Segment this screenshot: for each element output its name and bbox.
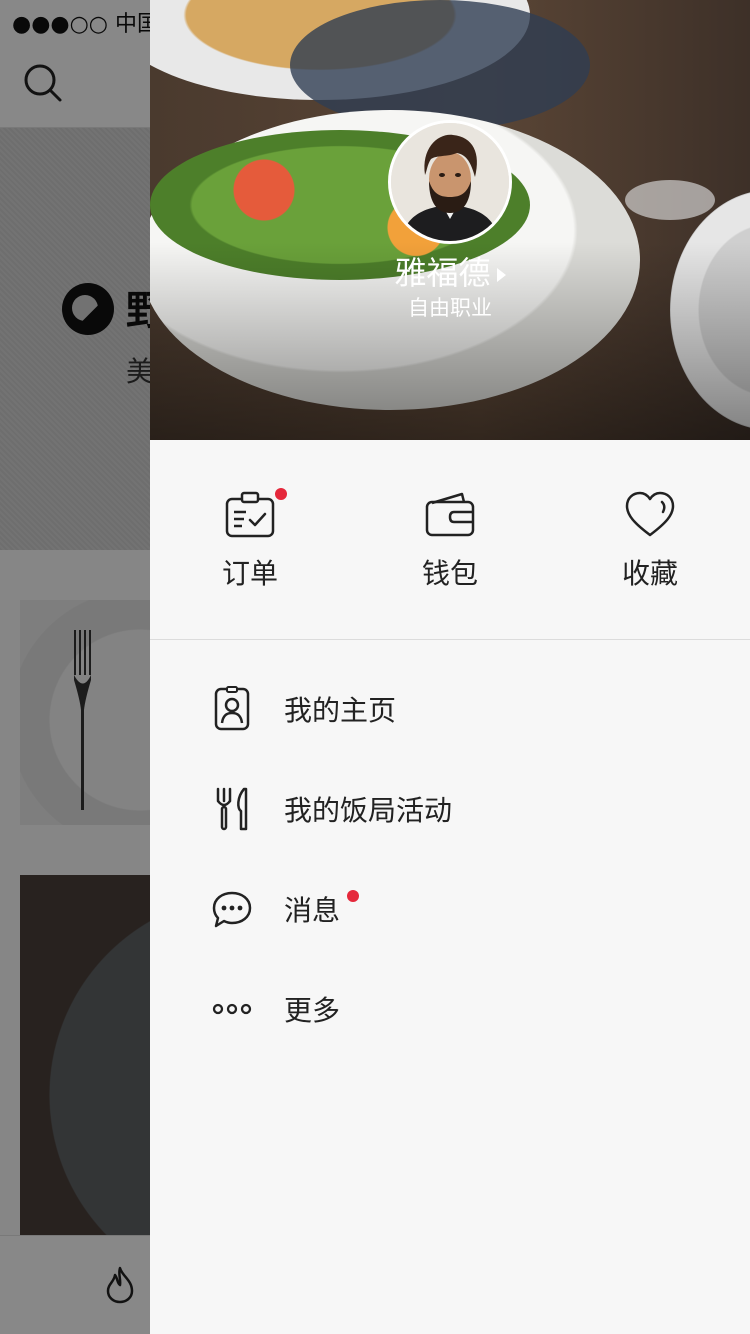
profile-card-icon <box>214 686 250 731</box>
message-badge <box>347 890 359 902</box>
menu-label: 我的饭局活动 <box>284 794 453 827</box>
side-drawer: 雅福德 自由职业 订单 钱包 收藏 我的主页 我的饭局活动 消息 更多 <box>150 0 750 1334</box>
user-portrait <box>391 123 509 241</box>
user-occupation: 自由职业 <box>408 296 492 320</box>
wallet-button[interactable]: 钱包 <box>350 490 550 600</box>
fork-knife-icon <box>216 787 248 831</box>
menu-item-more[interactable]: 更多 <box>150 959 750 1059</box>
favorites-button[interactable]: 收藏 <box>550 490 750 600</box>
user-name-link[interactable]: 雅福德 <box>150 248 750 294</box>
menu-item-my-homepage[interactable]: 我的主页 <box>150 659 750 759</box>
favorites-label: 收藏 <box>621 557 678 590</box>
orders-button[interactable]: 订单 <box>150 488 350 600</box>
caret-right-icon <box>496 268 506 282</box>
wallet-label: 钱包 <box>421 557 478 590</box>
order-clipboard-icon <box>225 491 275 538</box>
orders-label: 订单 <box>221 557 278 590</box>
heart-icon <box>625 491 675 537</box>
order-badge <box>275 488 287 500</box>
menu-label: 消息 <box>284 894 341 927</box>
menu-label: 更多 <box>284 994 341 1027</box>
menu-item-my-dinner-events[interactable]: 我的饭局活动 <box>150 759 750 859</box>
wallet-icon <box>425 492 475 537</box>
quick-actions: 订单 钱包 收藏 <box>150 440 750 640</box>
user-name: 雅福德 <box>394 254 491 292</box>
avatar[interactable] <box>388 120 512 244</box>
menu-label: 我的主页 <box>284 694 397 727</box>
menu-item-messages[interactable]: 消息 <box>150 859 750 959</box>
more-dots-icon <box>212 1003 252 1015</box>
profile-header: 雅福德 自由职业 <box>150 0 750 440</box>
chat-bubble-icon <box>212 891 252 928</box>
